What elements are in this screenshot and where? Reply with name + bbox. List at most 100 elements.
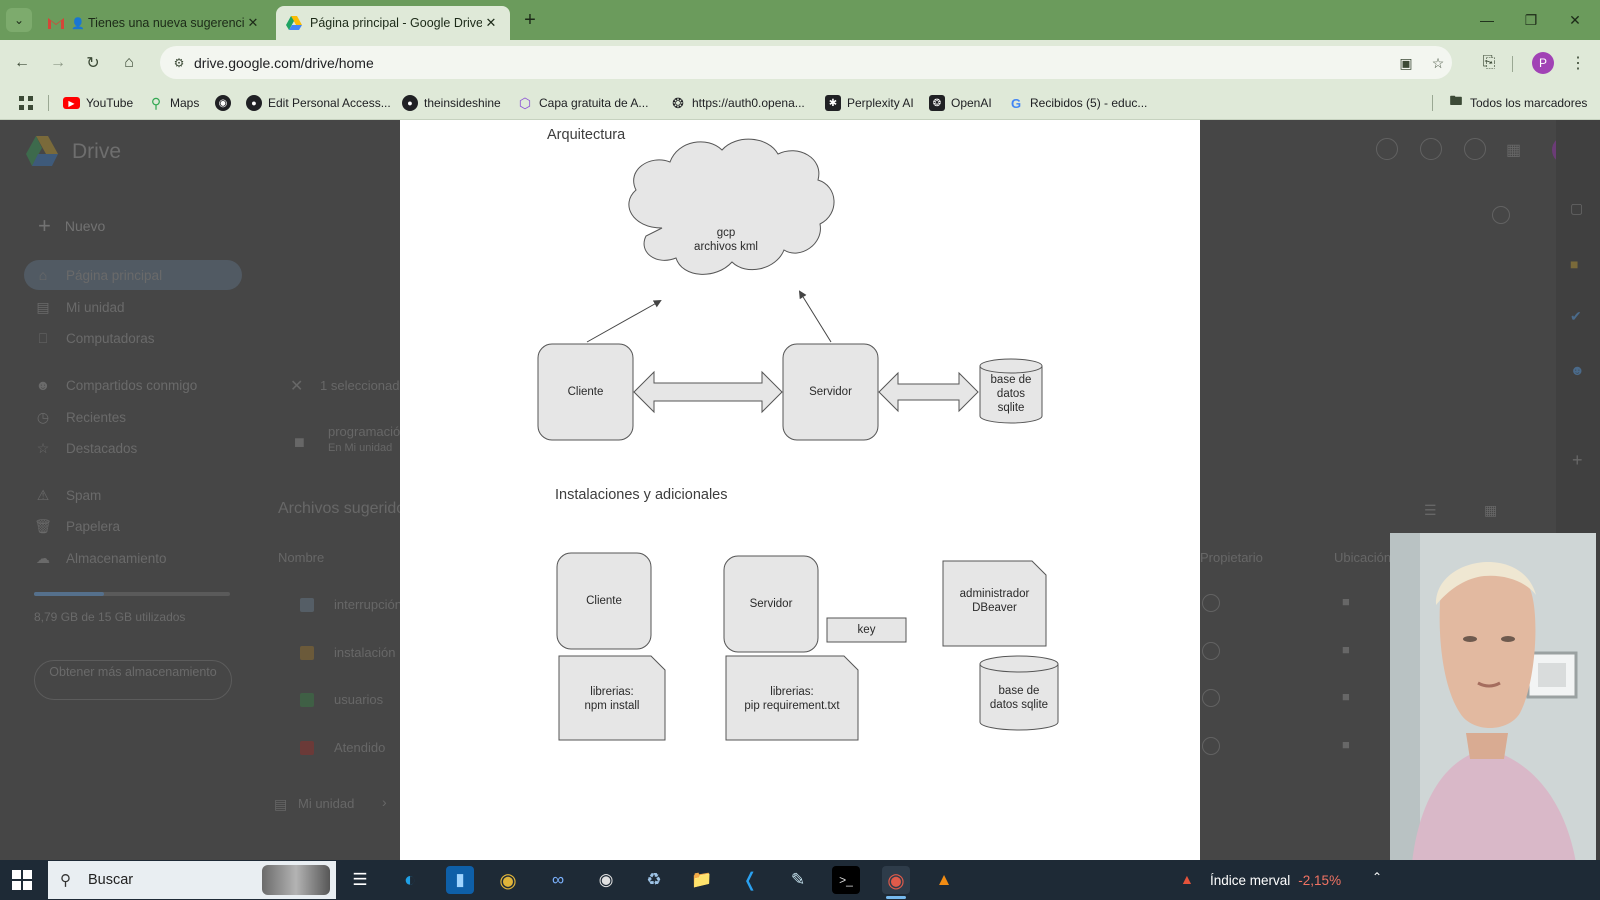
- minimize-icon[interactable]: —: [1470, 8, 1504, 32]
- chrome-profile-icon[interactable]: ◉: [882, 866, 910, 894]
- news-widget[interactable]: ▲ Índice merval -2,15%: [1180, 870, 1341, 890]
- nav-starred[interactable]: ☆ Destacados: [34, 433, 244, 463]
- chrome-icon[interactable]: ◉: [494, 866, 522, 894]
- add-addon-icon[interactable]: +: [1572, 450, 1583, 471]
- nav-home[interactable]: ⌂ Página principal: [24, 260, 242, 290]
- file-name[interactable]: Atendido: [334, 740, 400, 755]
- owner-avatar: [1202, 737, 1220, 755]
- more-vert-icon[interactable]: ⋮: [1568, 52, 1588, 74]
- column-name[interactable]: Nombre: [278, 550, 388, 565]
- section-title-installations: Instalaciones y adicionales: [555, 487, 728, 503]
- apps-grid-icon[interactable]: [18, 93, 34, 113]
- file-name[interactable]: instalación: [334, 645, 400, 660]
- toolbar-divider: [1512, 56, 1513, 72]
- bookmark-theinsideshine[interactable]: ● theinsideshine: [402, 93, 501, 113]
- tasks-icon[interactable]: ✔: [1570, 308, 1582, 325]
- back-arrow-icon[interactable]: ←: [9, 50, 35, 76]
- file-name[interactable]: usuarios: [334, 692, 400, 707]
- file-explorer-icon[interactable]: 📁: [688, 866, 716, 894]
- all-bookmarks-folder[interactable]: 🖿 Todos los marcadores: [1448, 93, 1587, 113]
- nav-trash[interactable]: 🗑 Papelera: [34, 511, 244, 541]
- terminal-icon[interactable]: >_: [832, 866, 860, 894]
- home-icon[interactable]: ⌂: [116, 50, 142, 76]
- bookmark-recibidos[interactable]: G Recibidos (5) - educ...: [1008, 93, 1147, 113]
- column-owner[interactable]: Propietario: [1200, 550, 1300, 565]
- tab-google-drive[interactable]: Página principal - Google Drive ✕: [276, 6, 510, 40]
- settings-icon[interactable]: [1464, 138, 1486, 160]
- openai-icon: ❂: [929, 95, 945, 111]
- contacts-icon[interactable]: ☻: [1570, 362, 1585, 378]
- window-close-icon[interactable]: ✕: [1558, 8, 1592, 32]
- key-label: key: [857, 624, 876, 636]
- calendar-icon[interactable]: ▢: [1570, 200, 1583, 217]
- bookmarks-bar: ▶ YouTube ⚲ Maps ◉ ● Edit Personal Acces…: [0, 85, 1600, 120]
- app-blue-icon[interactable]: ▮: [446, 866, 474, 894]
- info-icon[interactable]: [1492, 206, 1510, 224]
- nav-recent[interactable]: ◷ Recientes: [34, 402, 244, 432]
- apps-grid-icon[interactable]: ▦: [1506, 140, 1521, 160]
- bookmark-globe[interactable]: ◉: [215, 93, 237, 113]
- vscode-icon[interactable]: ❬: [736, 866, 764, 894]
- github-desktop-icon[interactable]: ◉: [592, 866, 620, 894]
- pgadmin-icon[interactable]: ♻: [640, 866, 668, 894]
- buy-storage-button[interactable]: Obtener más almacenamiento: [34, 660, 232, 700]
- new-button[interactable]: + Nuevo: [30, 206, 140, 246]
- webcam-person-image: [1390, 533, 1596, 900]
- db2-label: base de datos sqlite: [989, 685, 1049, 711]
- chevron-right-icon: ›: [382, 794, 387, 810]
- my-drive-link[interactable]: Mi unidad: [298, 796, 354, 811]
- bookmark-star-icon[interactable]: ☆: [1428, 54, 1448, 72]
- column-location[interactable]: Ubicación: [1334, 550, 1390, 565]
- visual-studio-icon[interactable]: ∞: [544, 866, 572, 894]
- architecture-diagram: [537, 138, 1059, 741]
- bookmark-perplexity[interactable]: ✱ Perplexity AI: [825, 93, 914, 113]
- bookmark-maps[interactable]: ⚲ Maps: [148, 93, 199, 113]
- grid-view-icon[interactable]: ▦: [1484, 502, 1497, 519]
- nav-shared[interactable]: ☻ Compartidos conmigo: [34, 370, 244, 400]
- task-view-icon[interactable]: ☰: [346, 866, 374, 894]
- file-name[interactable]: interrupción: [334, 597, 400, 612]
- reload-icon[interactable]: ↻: [80, 50, 106, 76]
- forward-arrow-icon[interactable]: →: [45, 50, 71, 76]
- maps-pin-icon: ⚲: [150, 94, 162, 111]
- new-tab-button[interactable]: +: [518, 8, 542, 32]
- vlc-icon[interactable]: ▲: [930, 866, 958, 894]
- install-app-icon[interactable]: ▣: [1396, 54, 1416, 72]
- nav-computers[interactable]: ⎕ Computadoras: [34, 323, 244, 353]
- bookmark-auth0[interactable]: ❂ https://auth0.opena...: [670, 93, 805, 113]
- tab-gmail[interactable]: 👤 Tienes una nueva sugerencia ✕: [38, 6, 272, 40]
- nav-my-drive[interactable]: ▤ Mi unidad: [34, 292, 244, 322]
- nav-spam[interactable]: ⚠ Spam: [34, 480, 244, 510]
- nav-storage[interactable]: ☁ Almacenamiento: [34, 543, 244, 573]
- tab-search-button[interactable]: ⌄: [6, 8, 32, 32]
- bookmark-youtube[interactable]: ▶ YouTube: [63, 93, 133, 113]
- address-bar[interactable]: ⚙ drive.google.com/drive/home ▣ ☆: [160, 46, 1452, 79]
- restore-icon[interactable]: ❐: [1514, 8, 1548, 32]
- location-folder-icon: ■: [1342, 594, 1350, 609]
- close-icon[interactable]: ✕: [244, 15, 262, 31]
- owner-avatar: [1202, 642, 1220, 660]
- folder-name[interactable]: programación: [328, 424, 400, 439]
- extensions-icon[interactable]: ⎘: [1476, 50, 1502, 76]
- list-view-icon[interactable]: ☰: [1424, 502, 1437, 519]
- taskbar-search[interactable]: ⚲ Buscar: [48, 861, 336, 899]
- bookmark-openai[interactable]: ❂ OpenAI: [929, 93, 992, 113]
- close-icon[interactable]: ✕: [482, 15, 500, 31]
- keep-icon[interactable]: ■: [1570, 256, 1578, 272]
- server-cloud-arrow: [798, 290, 832, 343]
- help-icon[interactable]: [1420, 138, 1442, 160]
- chevron-up-icon[interactable]: ⌃: [1372, 870, 1382, 884]
- github-icon: ●: [246, 95, 262, 111]
- my-drive-small-icon: ▤: [274, 796, 288, 812]
- plus-icon: +: [38, 213, 51, 238]
- stock-chart-icon: ▲: [1180, 871, 1194, 887]
- notepad-icon[interactable]: ✎: [784, 866, 812, 894]
- search-status-icon[interactable]: [1376, 138, 1398, 160]
- deselect-close-icon[interactable]: ✕: [290, 376, 303, 396]
- profile-avatar[interactable]: P: [1532, 52, 1554, 74]
- bookmark-edit-personal-access[interactable]: ● Edit Personal Access...: [246, 93, 391, 113]
- windows-start-icon[interactable]: [12, 870, 32, 890]
- edge-icon[interactable]: ◐: [396, 866, 424, 894]
- site-settings-icon[interactable]: ⚙: [170, 54, 188, 72]
- bookmark-capa-gratuita[interactable]: ⬡ Capa gratuita de A...: [517, 93, 649, 113]
